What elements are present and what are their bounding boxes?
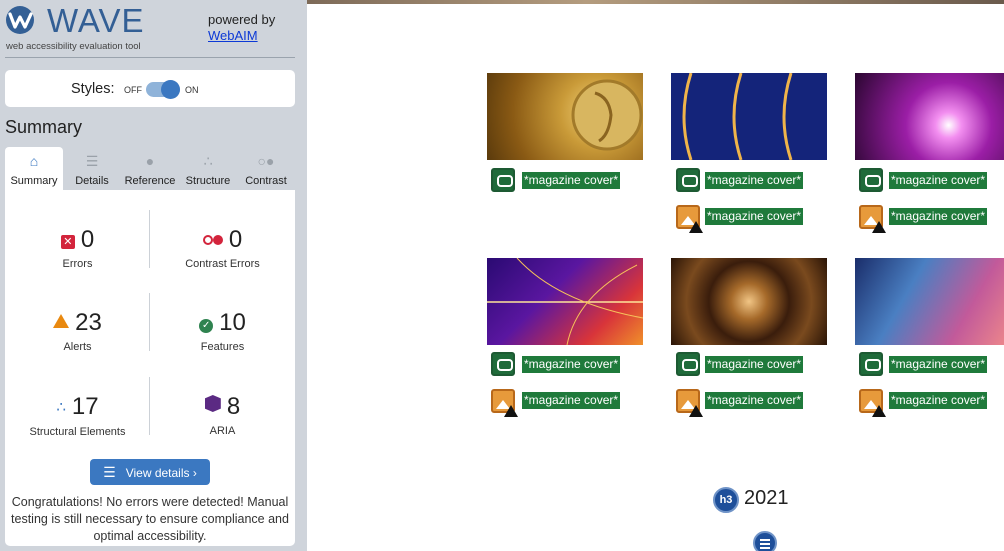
wave-header: WAVE web accessibility evaluation tool p… <box>0 0 307 58</box>
stat-errors[interactable]: ✕ 0 Errors <box>5 226 150 270</box>
linked-image-icon[interactable] <box>491 168 515 192</box>
summary-heading: Summary <box>5 117 83 137</box>
stat-contrast-errors[interactable]: 0 Contrast Errors <box>150 226 295 270</box>
view-details-label: View details › <box>125 466 197 480</box>
magazine-cover-image[interactable] <box>855 73 1004 160</box>
magazine-cover-image[interactable] <box>487 73 643 160</box>
wave-sidebar: WAVE web accessibility evaluation tool p… <box>0 0 307 551</box>
tab-label: Summary <box>10 175 58 187</box>
stat-aria[interactable]: 8 ARIA <box>150 393 295 437</box>
top-image-strip <box>307 0 1004 4</box>
info-icon: ● <box>145 153 155 169</box>
linked-image-icon[interactable] <box>676 352 700 376</box>
alt-text-label[interactable]: *magazine cover* <box>889 392 988 409</box>
styles-label: Styles: <box>71 81 115 97</box>
aria-label: ARIA <box>209 425 236 437</box>
page-content: *magazine cover* *magazine cover* *magaz… <box>307 0 1004 551</box>
summary-panel: ✕ 0 Errors 0 Contrast Errors 23 Alerts ✓ 1… <box>5 190 295 546</box>
warning-icon <box>872 405 886 417</box>
aria-icon <box>204 395 221 412</box>
styles-toggle[interactable] <box>146 80 180 99</box>
alt-text-label[interactable]: *magazine cover* <box>522 356 621 373</box>
alt-text-label[interactable]: *magazine cover* <box>522 172 621 189</box>
structure-icon: ∴ <box>56 399 66 416</box>
magazine-cover-image[interactable] <box>487 257 644 346</box>
linked-image-icon[interactable] <box>676 168 700 192</box>
powered-by-text: powered by <box>208 12 276 27</box>
alerts-count: 23 <box>75 309 102 336</box>
tab-label: Structure <box>185 175 231 187</box>
styles-on-label: ON <box>185 85 199 95</box>
structural-count: 17 <box>71 393 99 420</box>
year-heading: 2021 <box>744 487 789 509</box>
tab-structure[interactable]: ∴ Structure <box>179 147 237 190</box>
contrast-error-icon <box>202 235 223 245</box>
magazine-cover-image[interactable] <box>671 258 827 345</box>
tab-reference[interactable]: ● Reference <box>121 147 179 190</box>
magazine-cover-image[interactable] <box>671 72 827 161</box>
error-icon: ✕ <box>60 235 75 249</box>
alt-text-label[interactable]: *magazine cover* <box>889 208 988 225</box>
stat-features[interactable]: ✓ 10 Features <box>150 309 295 353</box>
tab-label: Contrast <box>245 175 287 187</box>
structural-label: Structural Elements <box>29 426 126 438</box>
alt-text-label[interactable]: *magazine cover* <box>705 392 804 409</box>
tab-summary[interactable]: ⌂ Summary <box>5 147 63 190</box>
stat-alerts[interactable]: 23 Alerts <box>5 309 150 353</box>
aria-count: 8 <box>226 393 241 420</box>
alt-text-label[interactable]: *magazine cover* <box>705 172 804 189</box>
styles-off-label: OFF <box>124 85 142 95</box>
powered-by: powered by WebAIM <box>208 12 275 44</box>
home-icon: ⌂ <box>29 153 39 169</box>
features-count: 10 <box>219 309 246 336</box>
tab-label: Details <box>75 175 109 187</box>
wave-pattern-image <box>682 72 793 161</box>
contrast-errors-count: 0 <box>228 226 243 253</box>
linked-image-icon[interactable] <box>491 352 515 376</box>
linked-image-icon[interactable] <box>859 352 883 376</box>
errors-count: 0 <box>80 226 95 253</box>
view-details-button[interactable]: ☰ View details › <box>90 459 210 485</box>
styles-toggle-panel: Styles: OFF ON <box>5 70 295 107</box>
congratulations-message: Congratulations! No errors were detected… <box>11 495 289 543</box>
stat-structural[interactable]: ∴ 17 Structural Elements <box>5 393 150 438</box>
alt-text-label[interactable]: *magazine cover* <box>522 392 621 409</box>
contrast-errors-label: Contrast Errors <box>185 258 260 270</box>
wave-tagline: web accessibility evaluation tool <box>6 41 141 52</box>
alt-text-label[interactable]: *magazine cover* <box>889 172 988 189</box>
panel-tabs: ⌂ Summary ☰ Details ● Reference ∴ Struct… <box>5 147 295 190</box>
features-label: Features <box>200 341 245 353</box>
header-divider <box>5 57 295 58</box>
heading-level-icon[interactable]: h3 <box>713 487 739 513</box>
wave-wordmark: WAVE <box>47 2 145 39</box>
wave-logo-icon <box>6 6 34 34</box>
alerts-label: Alerts <box>63 341 92 353</box>
warning-icon <box>689 405 703 417</box>
alert-icon <box>53 314 70 328</box>
alt-text-label[interactable]: *magazine cover* <box>705 356 804 373</box>
alt-text-label[interactable]: *magazine cover* <box>705 208 804 225</box>
warning-icon <box>504 405 518 417</box>
errors-label: Errors <box>62 258 93 270</box>
list-icon: ☰ <box>103 464 116 480</box>
alt-text-label[interactable]: *magazine cover* <box>889 356 988 373</box>
list-icon: ☰ <box>85 153 99 169</box>
list-icon[interactable] <box>753 531 777 551</box>
webaim-link[interactable]: WebAIM <box>208 28 275 44</box>
linked-image-icon[interactable] <box>859 168 883 192</box>
particle-tracks-image <box>487 257 644 346</box>
contrast-icon: ○● <box>257 153 275 169</box>
warning-icon <box>872 221 886 233</box>
tab-details[interactable]: ☰ Details <box>63 147 121 190</box>
toggle-knob <box>161 80 180 99</box>
magazine-cover-image[interactable] <box>855 258 1004 345</box>
tab-label: Reference <box>124 175 176 187</box>
warning-icon <box>689 221 703 233</box>
tab-contrast[interactable]: ○● Contrast <box>237 147 295 190</box>
feature-icon: ✓ <box>199 319 214 333</box>
nobel-medal-image <box>571 79 643 151</box>
structure-icon: ∴ <box>203 153 213 169</box>
